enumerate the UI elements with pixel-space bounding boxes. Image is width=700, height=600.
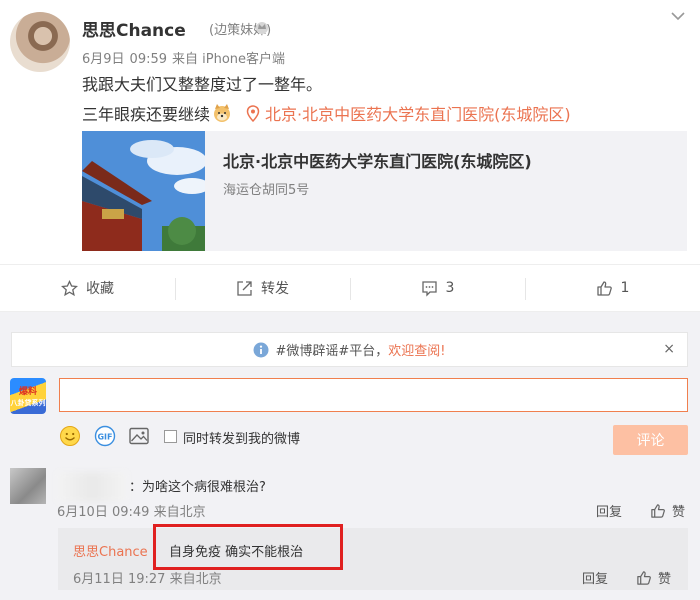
share-icon	[237, 280, 252, 296]
reply-time: 19:27	[127, 572, 166, 587]
comment-input[interactable]	[59, 378, 688, 412]
repost-checkbox-label: 同时转发到我的微博	[183, 432, 301, 447]
comment-button[interactable]: 3	[350, 265, 525, 311]
image-icon[interactable]	[128, 425, 150, 447]
info-icon	[253, 342, 269, 357]
repost-button[interactable]: 转发	[175, 265, 350, 311]
post-source: 来自 iPhone客户端	[172, 52, 286, 67]
comment-area: #微博辟谣#平台， 欢迎查阅! × 爆料 八卦贷系列 GIF 同时转发到我的微博 …	[0, 312, 700, 600]
my-avatar-text-bottom: 八卦贷系列	[10, 399, 46, 407]
comment-like-label: 赞	[672, 505, 686, 520]
location-card-address: 海运仓胡同5号	[223, 183, 310, 198]
author-avatar[interactable]	[10, 12, 70, 72]
post-date: 6月9日	[82, 52, 125, 67]
post-meta: 6月9日 09:59 来自 iPhone客户端	[82, 48, 290, 67]
comment-source: 来自北京	[153, 505, 206, 520]
location-photo	[82, 131, 205, 251]
my-avatar[interactable]: 爆料 八卦贷系列	[10, 378, 46, 414]
favorite-label: 收藏	[86, 281, 114, 297]
reply-date: 6月11日	[73, 572, 124, 587]
chevron-down-icon[interactable]	[670, 10, 686, 22]
comment-reply-button[interactable]: 回复	[596, 501, 622, 520]
post-text-line1: 我跟大夫们又整整度过了一整年。	[82, 75, 323, 94]
location-card[interactable]: 北京·北京中医药大学东直门医院(东城院区) 海运仓胡同5号	[82, 131, 687, 251]
location-card-title[interactable]: 北京·北京中医药大学东直门医院(东城院区)	[223, 148, 532, 172]
post-action-bar: 收藏 转发 3 1	[0, 264, 700, 312]
comment-icon	[421, 280, 437, 297]
submit-comment-button[interactable]: 评论	[613, 425, 688, 455]
close-icon[interactable]: ×	[663, 341, 675, 357]
repost-checkbox[interactable]	[164, 430, 177, 443]
reply-source: 来自北京	[169, 572, 222, 587]
reply-like-button[interactable]: 赞	[636, 568, 671, 587]
thumbs-up-icon	[596, 280, 612, 296]
favorite-button[interactable]: 收藏	[0, 265, 175, 311]
reply-author-name[interactable]: 思思Chance	[73, 541, 148, 560]
commenter-avatar[interactable]	[10, 468, 46, 504]
like-button[interactable]: 1	[525, 265, 700, 311]
commenter-name-redacted	[57, 472, 127, 502]
gif-icon[interactable]: GIF	[94, 425, 116, 447]
author-name[interactable]: 思思Chance	[82, 16, 186, 41]
repost-label: 转发	[261, 281, 289, 297]
comment-count: 3	[445, 280, 455, 296]
reply-like-label: 赞	[658, 572, 672, 587]
location-pin-icon	[246, 104, 260, 122]
crown-icon	[256, 22, 268, 34]
doge-emoji-icon	[214, 104, 231, 122]
notice-text: #微博辟谣#平台，	[275, 344, 389, 359]
comment-like-button[interactable]: 赞	[650, 501, 685, 520]
svg-text:GIF: GIF	[97, 433, 112, 442]
thumbs-up-icon	[651, 503, 665, 518]
notice-link[interactable]: 欢迎查阅!	[388, 340, 445, 359]
emoji-icon[interactable]	[59, 425, 81, 447]
reply-meta: 6月11日 19:27 来自北京	[73, 568, 222, 587]
annotation-highlight-box	[153, 524, 343, 570]
reply-reply-button[interactable]: 回复	[582, 568, 608, 587]
my-avatar-text-top: 爆料	[18, 387, 37, 397]
post-text-line2-text: 三年眼疾还要继续	[82, 105, 211, 124]
comment-text: ：为啥这个病很难根治?	[129, 480, 266, 495]
rumor-notice-banner[interactable]: #微博辟谣#平台， 欢迎查阅! ×	[11, 332, 688, 367]
comment-date: 6月10日	[57, 505, 108, 520]
like-count: 1	[620, 280, 630, 296]
comment-time: 09:49	[111, 505, 150, 520]
thumbs-up-icon	[637, 570, 651, 585]
post-text-line2: 三年眼疾还要继续 北京·北京中医药大学东直门医院(东城院区)	[82, 101, 571, 125]
comment-meta: 6月10日 09:49 来自北京	[57, 501, 206, 520]
star-icon	[61, 279, 78, 296]
post-time[interactable]: 09:59	[130, 52, 167, 67]
location-link[interactable]: 北京·北京中医药大学东直门医院(东城院区)	[265, 101, 571, 125]
